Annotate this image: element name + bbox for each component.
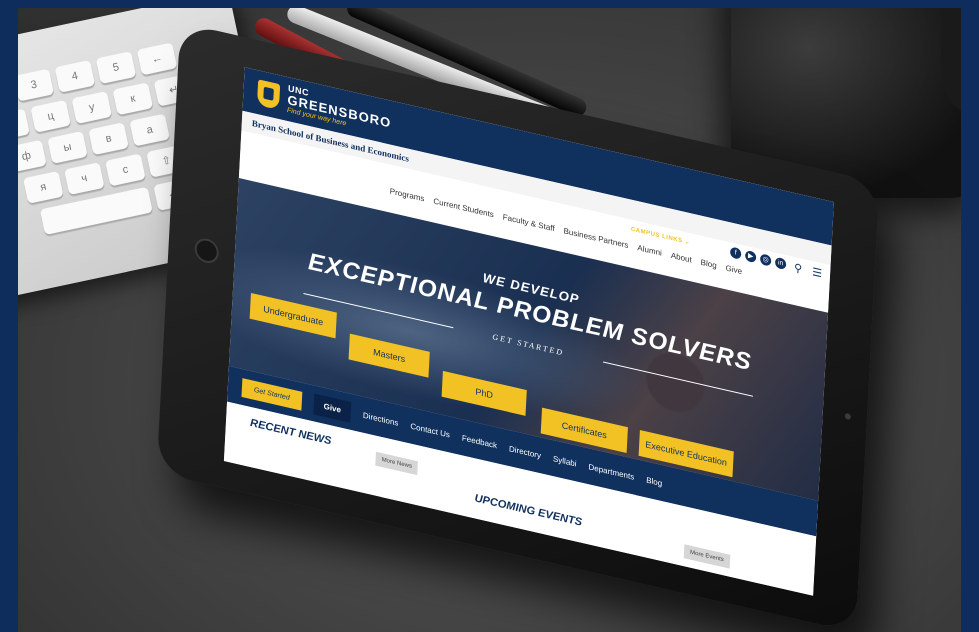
quicklink-syllabi[interactable]: Syllabi — [553, 454, 577, 468]
quicklink-feedback[interactable]: Feedback — [462, 433, 498, 450]
home-button[interactable] — [194, 236, 220, 266]
nav-item-programs[interactable]: Programs — [390, 187, 425, 204]
menu-icon[interactable]: ☰ — [812, 265, 823, 280]
nav-item-current-students[interactable]: Current Students — [433, 197, 494, 220]
program-button-phd[interactable]: PhD — [441, 370, 527, 416]
uncg-logo-icon[interactable] — [256, 79, 281, 111]
photo-frame: 2 3 4 5 ← й ц у к ↵ ф ы в а я ч с ⇧ ◀ UN… — [18, 8, 961, 632]
linkedin-icon[interactable]: in — [774, 256, 787, 271]
nav-item-about[interactable]: About — [671, 251, 692, 265]
quicklink-directory[interactable]: Directory — [509, 444, 541, 460]
quicklink-departments[interactable]: Departments — [588, 462, 634, 481]
instagram-icon[interactable]: ◎ — [759, 253, 772, 267]
more-events-button[interactable]: More Events — [683, 544, 731, 569]
nav-item-business-partners[interactable]: Business Partners — [563, 226, 628, 250]
program-button-masters[interactable]: Masters — [348, 333, 430, 378]
facebook-icon[interactable]: f — [729, 246, 742, 260]
get-started-button[interactable]: Get Started — [241, 377, 303, 411]
upcoming-events-heading: UPCOMING EVENTS — [474, 492, 583, 529]
search-icon[interactable]: ⚲ — [794, 261, 803, 276]
nav-item-alumni[interactable]: Alumni — [637, 243, 662, 257]
quicklink-directions[interactable]: Directions — [363, 410, 399, 427]
nav-item-blog[interactable]: Blog — [700, 258, 716, 271]
quicklink-blog[interactable]: Blog — [646, 475, 662, 488]
more-news-button[interactable]: More News — [375, 451, 419, 476]
camera-dot — [844, 412, 851, 421]
mug-handle — [941, 8, 961, 118]
quicklink-contact-us[interactable]: Contact Us — [410, 421, 450, 439]
give-button[interactable]: Give — [313, 393, 352, 423]
youtube-icon[interactable]: ▶ — [744, 249, 757, 264]
nav-item-give[interactable]: Give — [725, 263, 742, 276]
nav-item-faculty-staff[interactable]: Faculty & Staff — [503, 212, 555, 233]
